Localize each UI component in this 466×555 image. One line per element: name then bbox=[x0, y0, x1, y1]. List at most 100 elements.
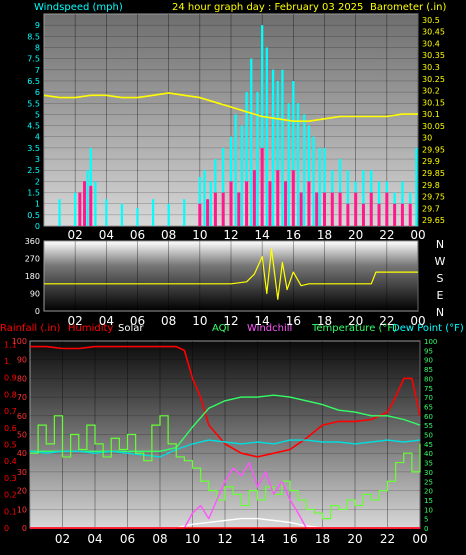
temp-y-tick: 90 bbox=[424, 357, 433, 365]
x-tick-label: 08 bbox=[152, 532, 167, 546]
baro-y-tick: 29.65 bbox=[422, 216, 445, 225]
baro-y-tick: 30.4 bbox=[422, 39, 440, 48]
compass-label: S bbox=[437, 272, 444, 285]
humidity-y-tick: 30 bbox=[17, 468, 27, 477]
direction-y-tick: 360 bbox=[25, 237, 40, 246]
wind-y-tick: 5 bbox=[35, 110, 40, 119]
top-center-label: 24 hour graph day : February 03 2025 bbox=[172, 2, 363, 13]
wind-y-tick: 1 bbox=[35, 200, 40, 209]
x-tick-label: 20 bbox=[348, 228, 363, 242]
baro-y-tick: 30 bbox=[422, 134, 432, 143]
rain-y-tick: 0.3 bbox=[4, 474, 17, 483]
wind-y-tick: 1.5 bbox=[27, 189, 40, 198]
x-tick-label: 04 bbox=[99, 228, 114, 242]
rain-y-tick: 0.1 bbox=[4, 507, 17, 516]
wind-y-tick: 2 bbox=[35, 177, 40, 186]
humidity-y-tick: 90 bbox=[17, 356, 27, 365]
x-tick-label: 14 bbox=[255, 314, 270, 328]
wind-y-tick: 2.5 bbox=[27, 166, 40, 175]
rainfall-label: Rainfall (.in) bbox=[0, 323, 61, 334]
wind-y-tick: 6 bbox=[35, 88, 40, 97]
x-tick-label: 04 bbox=[87, 532, 102, 546]
x-tick-label: 22 bbox=[379, 228, 394, 242]
baro-y-tick: 30.15 bbox=[422, 98, 445, 107]
baro-y-tick: 30.05 bbox=[422, 122, 445, 131]
rain-y-tick: 0.8 bbox=[4, 390, 17, 399]
x-tick-label: 14 bbox=[250, 532, 265, 546]
wind-y-tick: 3 bbox=[35, 155, 40, 164]
rain-y-tick: 0.2 bbox=[4, 491, 17, 500]
x-tick-label: 18 bbox=[317, 228, 332, 242]
compass-label: N bbox=[436, 238, 444, 251]
rain-y-tick: 0 bbox=[4, 524, 9, 533]
rain-y-tick: 0.6 bbox=[4, 424, 17, 433]
temp-y-tick: 10 bbox=[424, 506, 433, 514]
wind-y-tick: 6.5 bbox=[27, 77, 40, 86]
x-tick-label: 22 bbox=[380, 532, 395, 546]
temp-y-tick: 100 bbox=[424, 338, 437, 346]
wind-y-tick: 8.5 bbox=[27, 32, 40, 41]
x-tick-label: 08 bbox=[161, 228, 176, 242]
wind-y-tick: 5.5 bbox=[27, 99, 40, 108]
baro-y-tick: 29.95 bbox=[422, 145, 445, 154]
x-tick-label: 00 bbox=[412, 532, 427, 546]
temp-y-tick: 30 bbox=[424, 469, 433, 477]
baro-y-tick: 30.35 bbox=[422, 51, 445, 60]
x-tick-label: 10 bbox=[192, 314, 207, 328]
x-tick-label: 08 bbox=[161, 314, 176, 328]
compass-label: W bbox=[435, 255, 446, 268]
x-tick-label: 12 bbox=[223, 314, 238, 328]
x-tick-label: 10 bbox=[185, 532, 200, 546]
wind-y-tick: 3.5 bbox=[27, 144, 40, 153]
compass-label: N bbox=[436, 306, 444, 319]
wind-y-tick: 9 bbox=[35, 21, 40, 30]
direction-y-tick: 180 bbox=[25, 272, 40, 281]
x-tick-label: 00 bbox=[410, 228, 425, 242]
x-tick-label: 02 bbox=[68, 314, 83, 328]
baro-y-tick: 29.85 bbox=[422, 169, 445, 178]
x-tick-label: 16 bbox=[286, 228, 301, 242]
x-tick-label: 12 bbox=[223, 228, 238, 242]
x-tick-label: 10 bbox=[192, 228, 207, 242]
baro-y-tick: 30.5 bbox=[422, 16, 440, 25]
x-tick-label: 18 bbox=[317, 314, 332, 328]
x-tick-label: 14 bbox=[255, 228, 270, 242]
temp-y-tick: 55 bbox=[424, 422, 433, 430]
temp-y-tick: 50 bbox=[424, 432, 433, 440]
temp-y-tick: 60 bbox=[424, 413, 433, 421]
humidity-y-tick: 40 bbox=[17, 449, 27, 458]
temp-y-tick: 15 bbox=[424, 497, 433, 505]
weather-charts: Windspeed (mph) 24 hour graph day : Febr… bbox=[0, 2, 464, 546]
direction-y-tick: 90 bbox=[30, 290, 40, 299]
x-tick-label: 22 bbox=[379, 314, 394, 328]
humidity-y-tick: 80 bbox=[17, 374, 27, 383]
rain-y-tick: 1 bbox=[4, 357, 9, 366]
temp-y-tick: 35 bbox=[424, 460, 433, 468]
humidity-y-tick: 50 bbox=[17, 431, 27, 440]
baro-y-tick: 30.3 bbox=[422, 63, 440, 72]
rain-y-tick: 0.9 bbox=[4, 374, 17, 383]
x-tick-label: 12 bbox=[217, 532, 232, 546]
temp-y-tick: 95 bbox=[424, 347, 433, 355]
temp-y-tick: 25 bbox=[424, 478, 433, 486]
x-tick-label: 16 bbox=[286, 314, 301, 328]
humidity-y-tick: 70 bbox=[17, 393, 27, 402]
x-tick-label: 06 bbox=[130, 314, 145, 328]
temp-y-tick: 20 bbox=[424, 488, 433, 496]
rain-y-tick: 0.5 bbox=[4, 441, 17, 450]
baro-y-tick: 29.9 bbox=[422, 157, 440, 166]
baro-y-tick: 29.75 bbox=[422, 193, 445, 202]
x-tick-label: 04 bbox=[99, 314, 114, 328]
x-tick-label: 18 bbox=[315, 532, 330, 546]
wind-y-tick: 4.5 bbox=[27, 122, 40, 131]
temp-y-tick: 45 bbox=[424, 441, 433, 449]
humidity-y-tick: 10 bbox=[17, 505, 27, 514]
rain-y-tick: 0.4 bbox=[4, 457, 17, 466]
humidity-y-tick: 100 bbox=[12, 337, 27, 346]
x-tick-label: 00 bbox=[410, 314, 425, 328]
dewpoint-label: Dew Point (°F) bbox=[392, 323, 464, 334]
direction-y-tick: 270 bbox=[25, 255, 40, 264]
baro-y-tick: 29.8 bbox=[422, 181, 440, 190]
wind-y-tick: 0.5 bbox=[27, 211, 40, 220]
wind-y-tick: 7.5 bbox=[27, 55, 40, 64]
